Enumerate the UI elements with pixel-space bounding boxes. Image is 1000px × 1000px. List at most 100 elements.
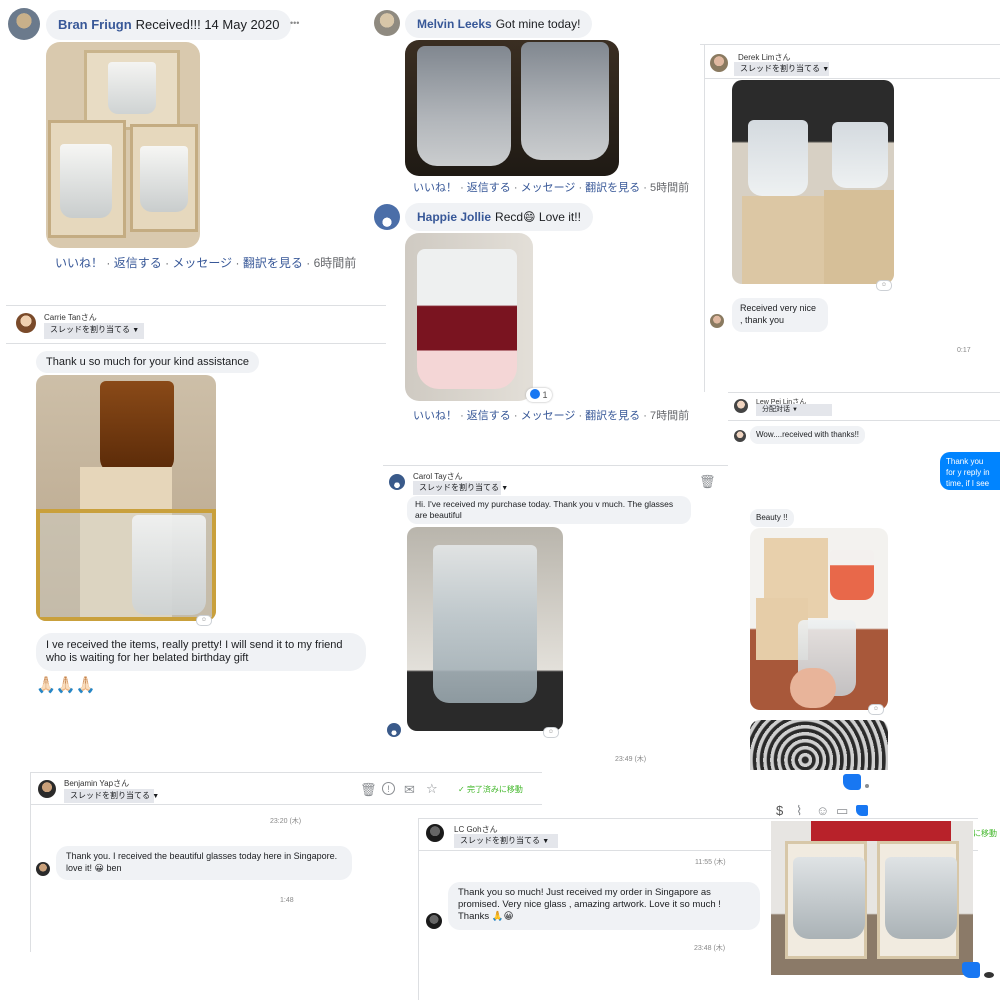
assign-thread-dropdown[interactable]: スレッドを割り当てる ▼: [734, 62, 829, 76]
like-link[interactable]: いいね！: [413, 410, 457, 422]
divider: [728, 392, 1000, 393]
dropdown-label: スレッドを割り当てる: [460, 836, 540, 845]
avatar[interactable]: [734, 430, 746, 442]
hand: [790, 668, 836, 708]
comment-bran: Bran Friugn Received!!! 14 May 2020 ••• い…: [0, 0, 365, 290]
message-link[interactable]: メッセージ: [521, 182, 576, 194]
like-count: 1: [542, 390, 548, 400]
mark-done-button[interactable]: ✓ 完了済みに移動: [458, 784, 523, 795]
chevron-down-icon: ▼: [152, 793, 160, 800]
reply-link[interactable]: 返信する: [467, 410, 511, 422]
trash-icon[interactable]: 🗑: [360, 783, 377, 796]
thumbs-up-icon[interactable]: [856, 805, 868, 816]
commenter-name[interactable]: Bran Friugn: [58, 17, 132, 32]
sticker-icon[interactable]: [984, 972, 994, 978]
trash-icon[interactable]: 🗑: [699, 475, 716, 488]
avatar[interactable]: [38, 780, 56, 798]
chat-photo[interactable]: [732, 80, 894, 284]
message-text: Beauty !!: [756, 513, 788, 522]
like-link[interactable]: いいね！: [55, 256, 103, 270]
message-link[interactable]: メッセージ: [172, 256, 232, 270]
avatar[interactable]: [374, 10, 400, 36]
avatar[interactable]: [8, 8, 40, 40]
overlay-photo[interactable]: [771, 821, 973, 975]
separator: ·: [513, 410, 518, 422]
comment-actions: いいね！ · 返信する · メッセージ · 翻訳を見る · 7時間前: [413, 407, 689, 423]
glass: [830, 550, 874, 600]
commenter-name[interactable]: Melvin Leeks: [417, 17, 492, 31]
dropdown-label: スレッドを割り当てる: [50, 325, 130, 334]
dollar-icon[interactable]: $: [776, 804, 783, 817]
avatar[interactable]: [36, 862, 50, 876]
comment-photo[interactable]: [405, 40, 619, 176]
glass: [417, 249, 517, 389]
avatar[interactable]: [374, 204, 400, 230]
separator: ·: [306, 256, 311, 270]
divider: [418, 818, 419, 1000]
avatar[interactable]: [387, 723, 401, 737]
smile-icon[interactable]: ☺: [816, 804, 829, 817]
wood-box: [824, 190, 894, 284]
reaction-button[interactable]: ☺: [196, 615, 212, 626]
separator: ·: [578, 182, 583, 194]
translate-link[interactable]: 翻訳を見る: [243, 256, 303, 270]
assign-thread-dropdown[interactable]: スレッドを割り当てる ▼: [64, 789, 159, 803]
avatar[interactable]: [389, 474, 405, 490]
separator: ·: [643, 410, 647, 422]
avatar[interactable]: [710, 54, 728, 72]
more-options-icon[interactable]: •••: [290, 18, 299, 28]
message-text: I ve received the items, really pretty! …: [46, 639, 343, 664]
alert-icon[interactable]: !: [382, 782, 395, 795]
assign-thread-dropdown[interactable]: 分配対话 ▼: [756, 404, 832, 416]
comment-photo[interactable]: [405, 233, 533, 401]
chat-photo[interactable]: [750, 528, 888, 710]
translate-link[interactable]: 翻訳を見る: [585, 410, 640, 422]
reaction-button[interactable]: ☺: [868, 704, 884, 715]
message-text: Hi. I've received my purchase today. Tha…: [415, 499, 674, 520]
message-bubble: Thank u so much for your kind assistance: [36, 351, 259, 373]
message-time: 23:49 (木): [615, 756, 647, 763]
message-bubble: Received very nice , thank you: [732, 298, 828, 332]
chat-photo[interactable]: [36, 375, 216, 621]
reply-link[interactable]: 返信する: [114, 256, 162, 270]
thumbs-up-icon[interactable]: [843, 774, 861, 790]
mail-icon[interactable]: ✉: [404, 783, 415, 796]
like-reaction-badge[interactable]: 1: [526, 388, 552, 402]
paperclip-icon[interactable]: ⌇: [796, 804, 802, 817]
avatar[interactable]: [710, 314, 724, 328]
separator: ·: [165, 256, 170, 270]
comment-happie: Happie Jollie Recd😄 Love it!! 1 いいね！ · 返信…: [368, 198, 698, 426]
glass: [132, 515, 206, 615]
divider: [6, 305, 386, 306]
glass: [140, 146, 188, 212]
comment-photo[interactable]: [46, 42, 200, 248]
comment-time: 5時間前: [649, 182, 690, 194]
commenter-name[interactable]: Happie Jollie: [417, 210, 491, 224]
mark-done-label-partial[interactable]: に移動: [973, 828, 997, 839]
divider: [704, 44, 705, 392]
avatar[interactable]: [426, 824, 444, 842]
like-link[interactable]: いいね！: [413, 182, 457, 194]
reply-link[interactable]: 返信する: [467, 182, 511, 194]
message-link[interactable]: メッセージ: [521, 410, 576, 422]
chat-photo[interactable]: [750, 720, 888, 770]
translate-link[interactable]: 翻訳を見る: [585, 182, 640, 194]
star-icon[interactable]: ☆: [426, 782, 438, 795]
separator: ·: [235, 256, 240, 270]
assign-thread-dropdown[interactable]: スレッドを割り当てる ▼: [454, 834, 558, 848]
divider: [418, 818, 978, 819]
glass: [60, 144, 112, 218]
avatar[interactable]: [426, 913, 442, 929]
assign-thread-dropdown[interactable]: スレッドを割り当てる ▼: [413, 481, 508, 495]
chat-photo[interactable]: [407, 527, 563, 731]
avatar[interactable]: [16, 313, 36, 333]
sent-message-bubble: Thank you for y reply in time, if I see …: [940, 452, 1000, 490]
avatar[interactable]: [734, 399, 748, 413]
thumbs-up-icon[interactable]: [962, 962, 980, 978]
reaction-button[interactable]: ☺: [876, 280, 892, 291]
contact-name: Carrie Tanさん: [44, 313, 97, 322]
reaction-button[interactable]: ☺: [543, 727, 559, 738]
assign-thread-dropdown[interactable]: スレッドを割り当てる ▼: [44, 323, 144, 339]
red-background: [811, 821, 951, 841]
chat-icon[interactable]: ▭: [836, 804, 848, 817]
